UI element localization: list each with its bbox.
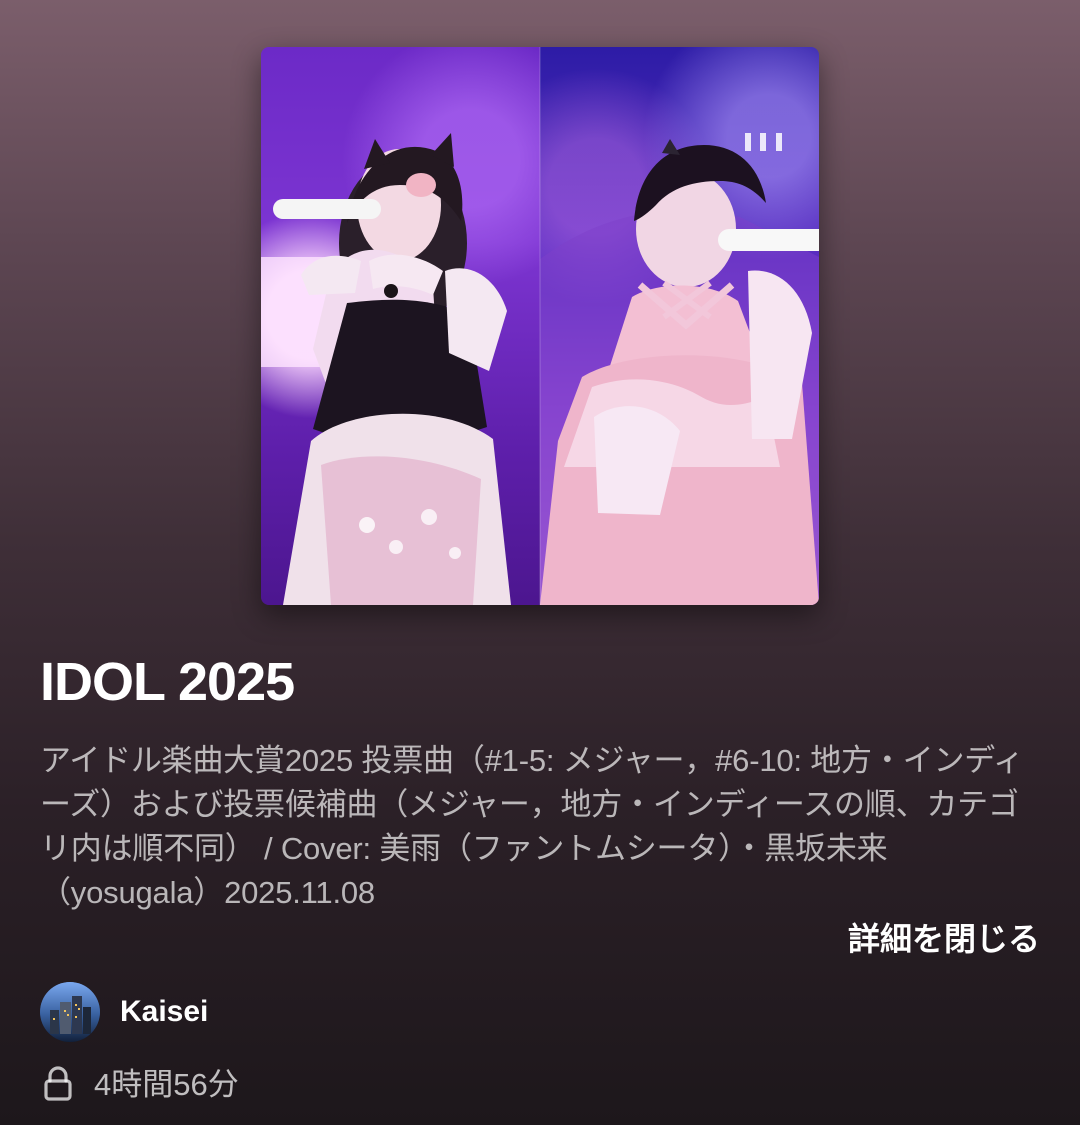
lock-icon: [40, 1064, 76, 1106]
cover-divider: [539, 47, 541, 605]
playlist-owner[interactable]: Kaisei: [40, 982, 208, 1042]
playlist-meta: 4時間56分: [40, 1063, 239, 1107]
playlist-title: IDOL 2025: [40, 652, 295, 712]
owner-name[interactable]: Kaisei: [120, 992, 208, 1032]
playlist-cover: [261, 47, 819, 605]
playlist-duration: 4時間56分: [94, 1067, 239, 1102]
cover-right-image: [540, 47, 819, 605]
close-details-button[interactable]: 詳細を閉じる: [848, 917, 1040, 961]
playlist-description: アイドル楽曲大賞2025 投票曲（#1-5: メジャー，#6-10: 地方・イン…: [40, 743, 1024, 910]
cover-left-image: [261, 47, 540, 605]
avatar[interactable]: [40, 982, 100, 1042]
